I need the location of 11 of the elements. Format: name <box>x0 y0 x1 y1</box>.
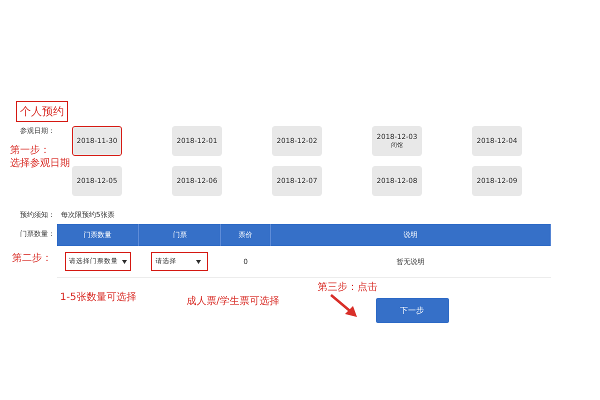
next-button[interactable]: 下一步 <box>376 298 449 323</box>
step-annotation: 选择参观日期 <box>10 157 71 170</box>
step-annotation: 第三步：点击 <box>318 280 379 294</box>
quantity-annotation: 1-5张数量可选择 <box>60 290 136 304</box>
page-title: 个人预约 <box>16 101 68 122</box>
caret-icon <box>196 260 202 264</box>
caret-icon <box>122 260 127 264</box>
step-annotation: 第一步： <box>10 144 51 157</box>
ticket-annotation: 成人票/学生票可选择 <box>186 294 280 308</box>
arrow-icon <box>330 294 358 318</box>
step-annotation: 第二步： <box>11 252 53 266</box>
